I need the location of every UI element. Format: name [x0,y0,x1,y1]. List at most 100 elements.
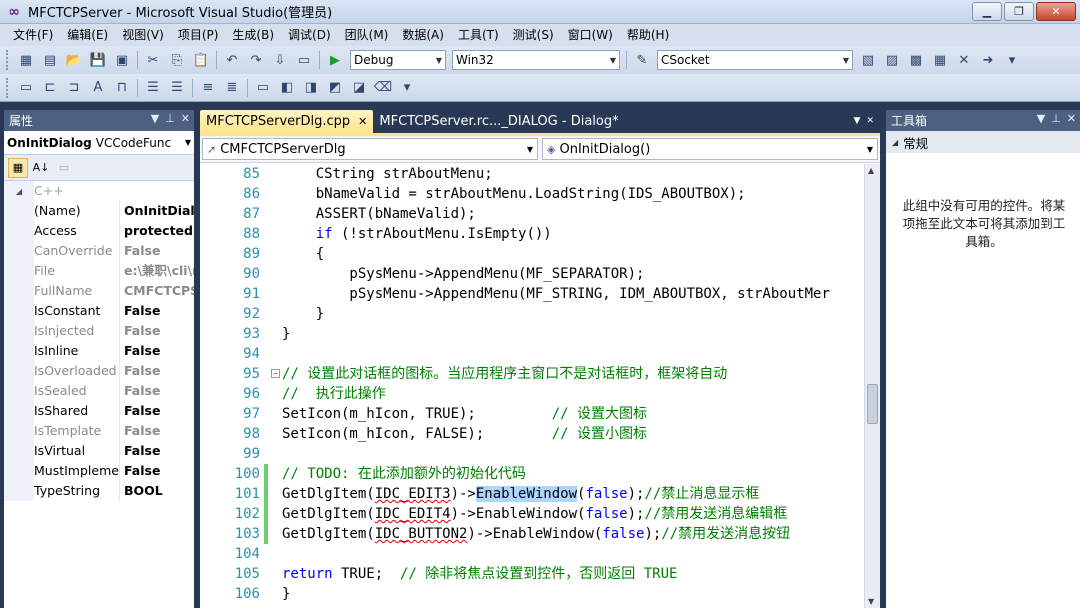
property-row[interactable]: (Name)OnInitDialo [4,201,194,221]
pin-icon[interactable]: ⊥ [1051,112,1061,125]
save-all-icon[interactable]: ▣ [112,50,132,70]
paste-icon[interactable]: 📋 [191,50,211,70]
code-line[interactable]: 101 GetDlgItem(IDC_EDIT3)->EnableWindow(f… [200,484,864,504]
property-row[interactable]: TypeString BOOL [4,481,194,501]
scrollbar-thumb[interactable] [867,384,878,424]
collapse-icon[interactable]: ◢ [4,181,34,201]
toolbar-options-icon[interactable]: ▾ [397,78,417,98]
code-line[interactable]: 86 bNameValid = strAboutMenu.LoadString(… [200,184,864,204]
code-line[interactable]: 100 // TODO: 在此添加额外的初始化代码 [200,464,864,484]
code-area[interactable]: 85 CString strAboutMenu; 86 bNameValid = … [200,164,880,608]
code-line[interactable]: 88 if (!strAboutMenu.IsEmpty()) [200,224,864,244]
close-icon[interactable]: ✕ [181,112,190,125]
property-row[interactable]: IsInline False [4,341,194,361]
chevron-down-icon[interactable]: ▼ [1037,112,1045,125]
property-value[interactable]: False [120,461,194,481]
code-line[interactable]: 96 // 执行此操作 [200,384,864,404]
property-value[interactable]: False [120,381,194,401]
alphabetical-icon[interactable]: A↓ [31,158,51,178]
property-value[interactable]: False [120,421,194,441]
code-line[interactable]: 106} [200,584,864,604]
menu-build[interactable]: 生成(B) [225,24,281,46]
cut-icon[interactable]: ✂ [143,50,163,70]
toolbox-category[interactable]: ◢ 常规 [886,131,1080,153]
next-bookmark-icon[interactable]: ◨ [301,78,321,98]
menu-data[interactable]: 数据(A) [395,24,451,46]
code-line[interactable]: 89 { [200,244,864,264]
menu-test[interactable]: 测试(S) [506,24,561,46]
toolbox-icon[interactable]: ▦ [930,50,950,70]
property-row[interactable]: CanOverride False [4,241,194,261]
code-line[interactable]: 98 SetIcon(m_hIcon, FALSE); // 设置小图标 [200,424,864,444]
code-line[interactable]: 95 −// 设置此对话框的图标。当应用程序主窗口不是对话框时，框架将自动 [200,364,864,384]
code-line[interactable]: 91 pSysMenu->AppendMenu(MF_STRING, IDM_A… [200,284,864,304]
minimize-button[interactable]: ▁ [972,2,1002,21]
object-browser-icon[interactable]: ▩ [906,50,926,70]
property-value[interactable]: False [120,241,194,261]
find-combo[interactable]: CSocket ▼ [657,50,853,70]
property-value[interactable]: OnInitDialo [120,201,194,221]
tab-mfctcpserverdlg-cpp[interactable]: MFCTCPServerDlg.cpp ✕ [200,110,374,133]
code-line[interactable]: 103 GetDlgItem(IDC_BUTTON2)->EnableWindow… [200,524,864,544]
property-value[interactable]: False [120,301,194,321]
property-row[interactable]: IsSealed False [4,381,194,401]
menu-file[interactable]: 文件(F) [6,24,60,46]
menu-view[interactable]: 视图(V) [115,24,171,46]
property-category[interactable]: ◢ C++ [4,181,194,201]
prev-bookmark-icon[interactable]: ◧ [277,78,297,98]
next-bookmark-folder-icon[interactable]: ◪ [349,78,369,98]
property-value[interactable]: BOOL [120,481,194,501]
class-combo[interactable]: ➚ CMFCTCPServerDlg ▼ [202,138,538,160]
save-icon[interactable]: 💾 [88,50,108,70]
test-dialog-icon[interactable]: ▭ [16,78,36,98]
text-icon[interactable]: A [88,78,108,98]
redo-icon[interactable]: ↷ [246,50,266,70]
code-line[interactable]: 94 [200,344,864,364]
solution-platform-combo[interactable]: Win32 ▼ [452,50,620,70]
property-value[interactable]: e:\兼职\cli\r [120,261,194,281]
property-value[interactable]: CMFCTCPSe [120,281,194,301]
comment-icon[interactable]: ≡ [198,78,218,98]
close-icon[interactable]: ✕ [358,115,367,128]
code-line[interactable]: 87 ASSERT(bNameValid); [200,204,864,224]
solution-explorer-icon[interactable]: ▧ [858,50,878,70]
copy-icon[interactable]: ⎘ [167,50,187,70]
code-line[interactable]: 99 [200,444,864,464]
clear-bookmarks-icon[interactable]: ⌫ [373,78,393,98]
prev-bookmark-folder-icon[interactable]: ◩ [325,78,345,98]
uncomment-icon[interactable]: ≣ [222,78,242,98]
open-file-icon[interactable]: 📂 [64,50,84,70]
menu-debug[interactable]: 调试(D) [281,24,338,46]
close-icon[interactable]: ✕ [1067,112,1076,125]
property-row[interactable]: FullNameCMFCTCPSe [4,281,194,301]
close-icon[interactable]: ✕ [866,110,880,133]
indent-icon[interactable]: ☰ [143,78,163,98]
vertical-scrollbar[interactable]: ▲ ▼ [864,164,880,608]
member-combo[interactable]: ◈ OnInitDialog() ▼ [542,138,878,160]
menu-help[interactable]: 帮助(H) [620,24,676,46]
chevron-down-icon[interactable]: ▼ [151,112,159,125]
property-row[interactable]: IsVirtual False [4,441,194,461]
property-row[interactable]: IsInjected False [4,321,194,341]
property-row[interactable]: IsTemplate False [4,421,194,441]
navigate-icon[interactable]: ⇩ [270,50,290,70]
code-line[interactable]: 93} [200,324,864,344]
add-item-icon[interactable]: ▤ [40,50,60,70]
align-lefts-icon[interactable]: ⊏ [40,78,60,98]
new-project-icon[interactable]: ▦ [16,50,36,70]
properties-icon[interactable]: ▨ [882,50,902,70]
property-row[interactable]: IsShared False [4,401,194,421]
property-pages-icon[interactable]: ▭ [54,158,74,178]
code-line[interactable]: 104 [200,544,864,564]
property-row[interactable]: MustImpleme False [4,461,194,481]
toolbar-options-icon[interactable]: ▾ [1002,50,1022,70]
align-rights-icon[interactable]: ⊐ [64,78,84,98]
menu-window[interactable]: 窗口(W) [561,24,620,46]
property-row[interactable]: Access protected [4,221,194,241]
property-row[interactable]: IsOverloaded False [4,361,194,381]
find-icon[interactable]: ✎ [632,50,652,70]
menu-tools[interactable]: 工具(T) [451,24,506,46]
object-selector[interactable]: OnInitDialog VCCodeFunc ▼ [4,131,194,155]
tab-dialog-resource[interactable]: MFCTCPServer.rc..._DIALOG - Dialog* [373,110,624,133]
menu-project[interactable]: 项目(P) [171,24,226,46]
